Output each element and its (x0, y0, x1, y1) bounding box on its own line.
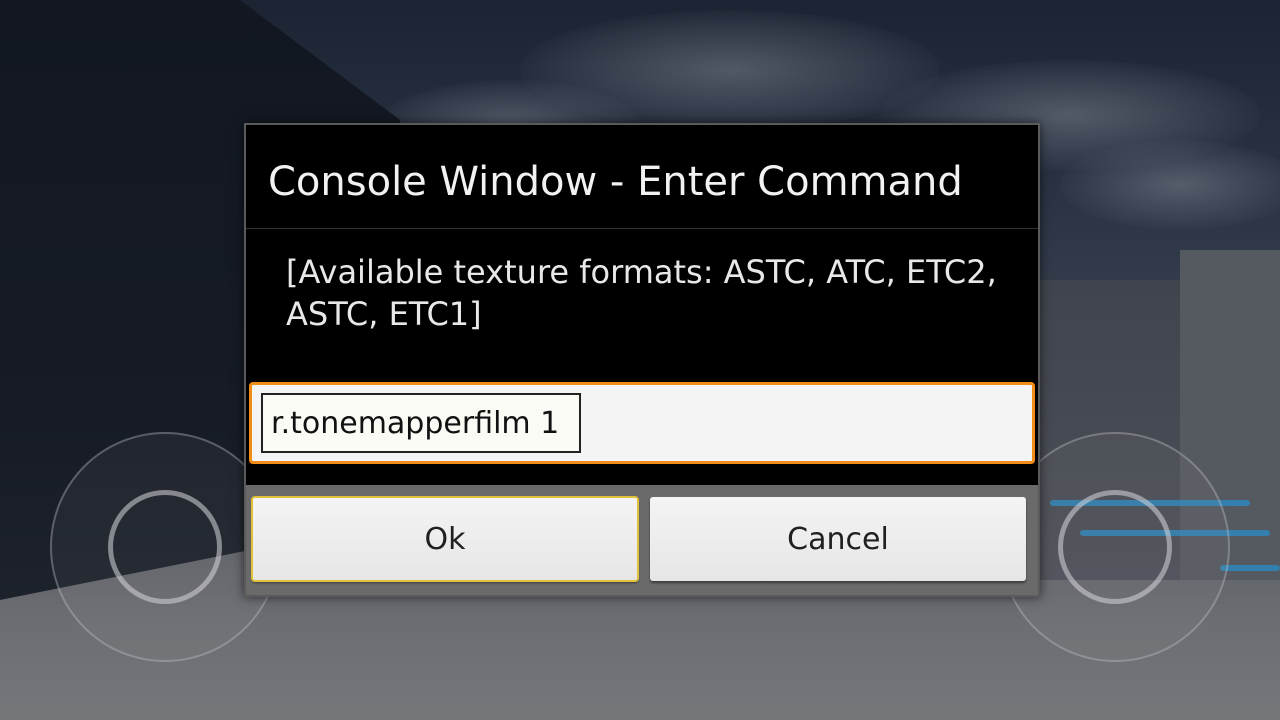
light-streak (1220, 565, 1280, 571)
right-joystick-thumb[interactable] (1058, 490, 1172, 604)
command-field-container[interactable] (249, 382, 1035, 464)
title-divider (246, 228, 1038, 229)
cancel-button[interactable]: Cancel (650, 497, 1026, 581)
dialog-button-bar: Ok Cancel (246, 485, 1038, 595)
dialog-title: Console Window - Enter Command (268, 159, 963, 205)
left-joystick-thumb[interactable] (108, 490, 222, 604)
cloud (1060, 140, 1280, 230)
ok-button[interactable]: Ok (251, 496, 639, 582)
command-input[interactable] (261, 393, 581, 453)
console-dialog: Console Window - Enter Command [Availabl… (244, 123, 1040, 597)
dialog-message: [Available texture formats: ASTC, ATC, E… (286, 253, 997, 333)
